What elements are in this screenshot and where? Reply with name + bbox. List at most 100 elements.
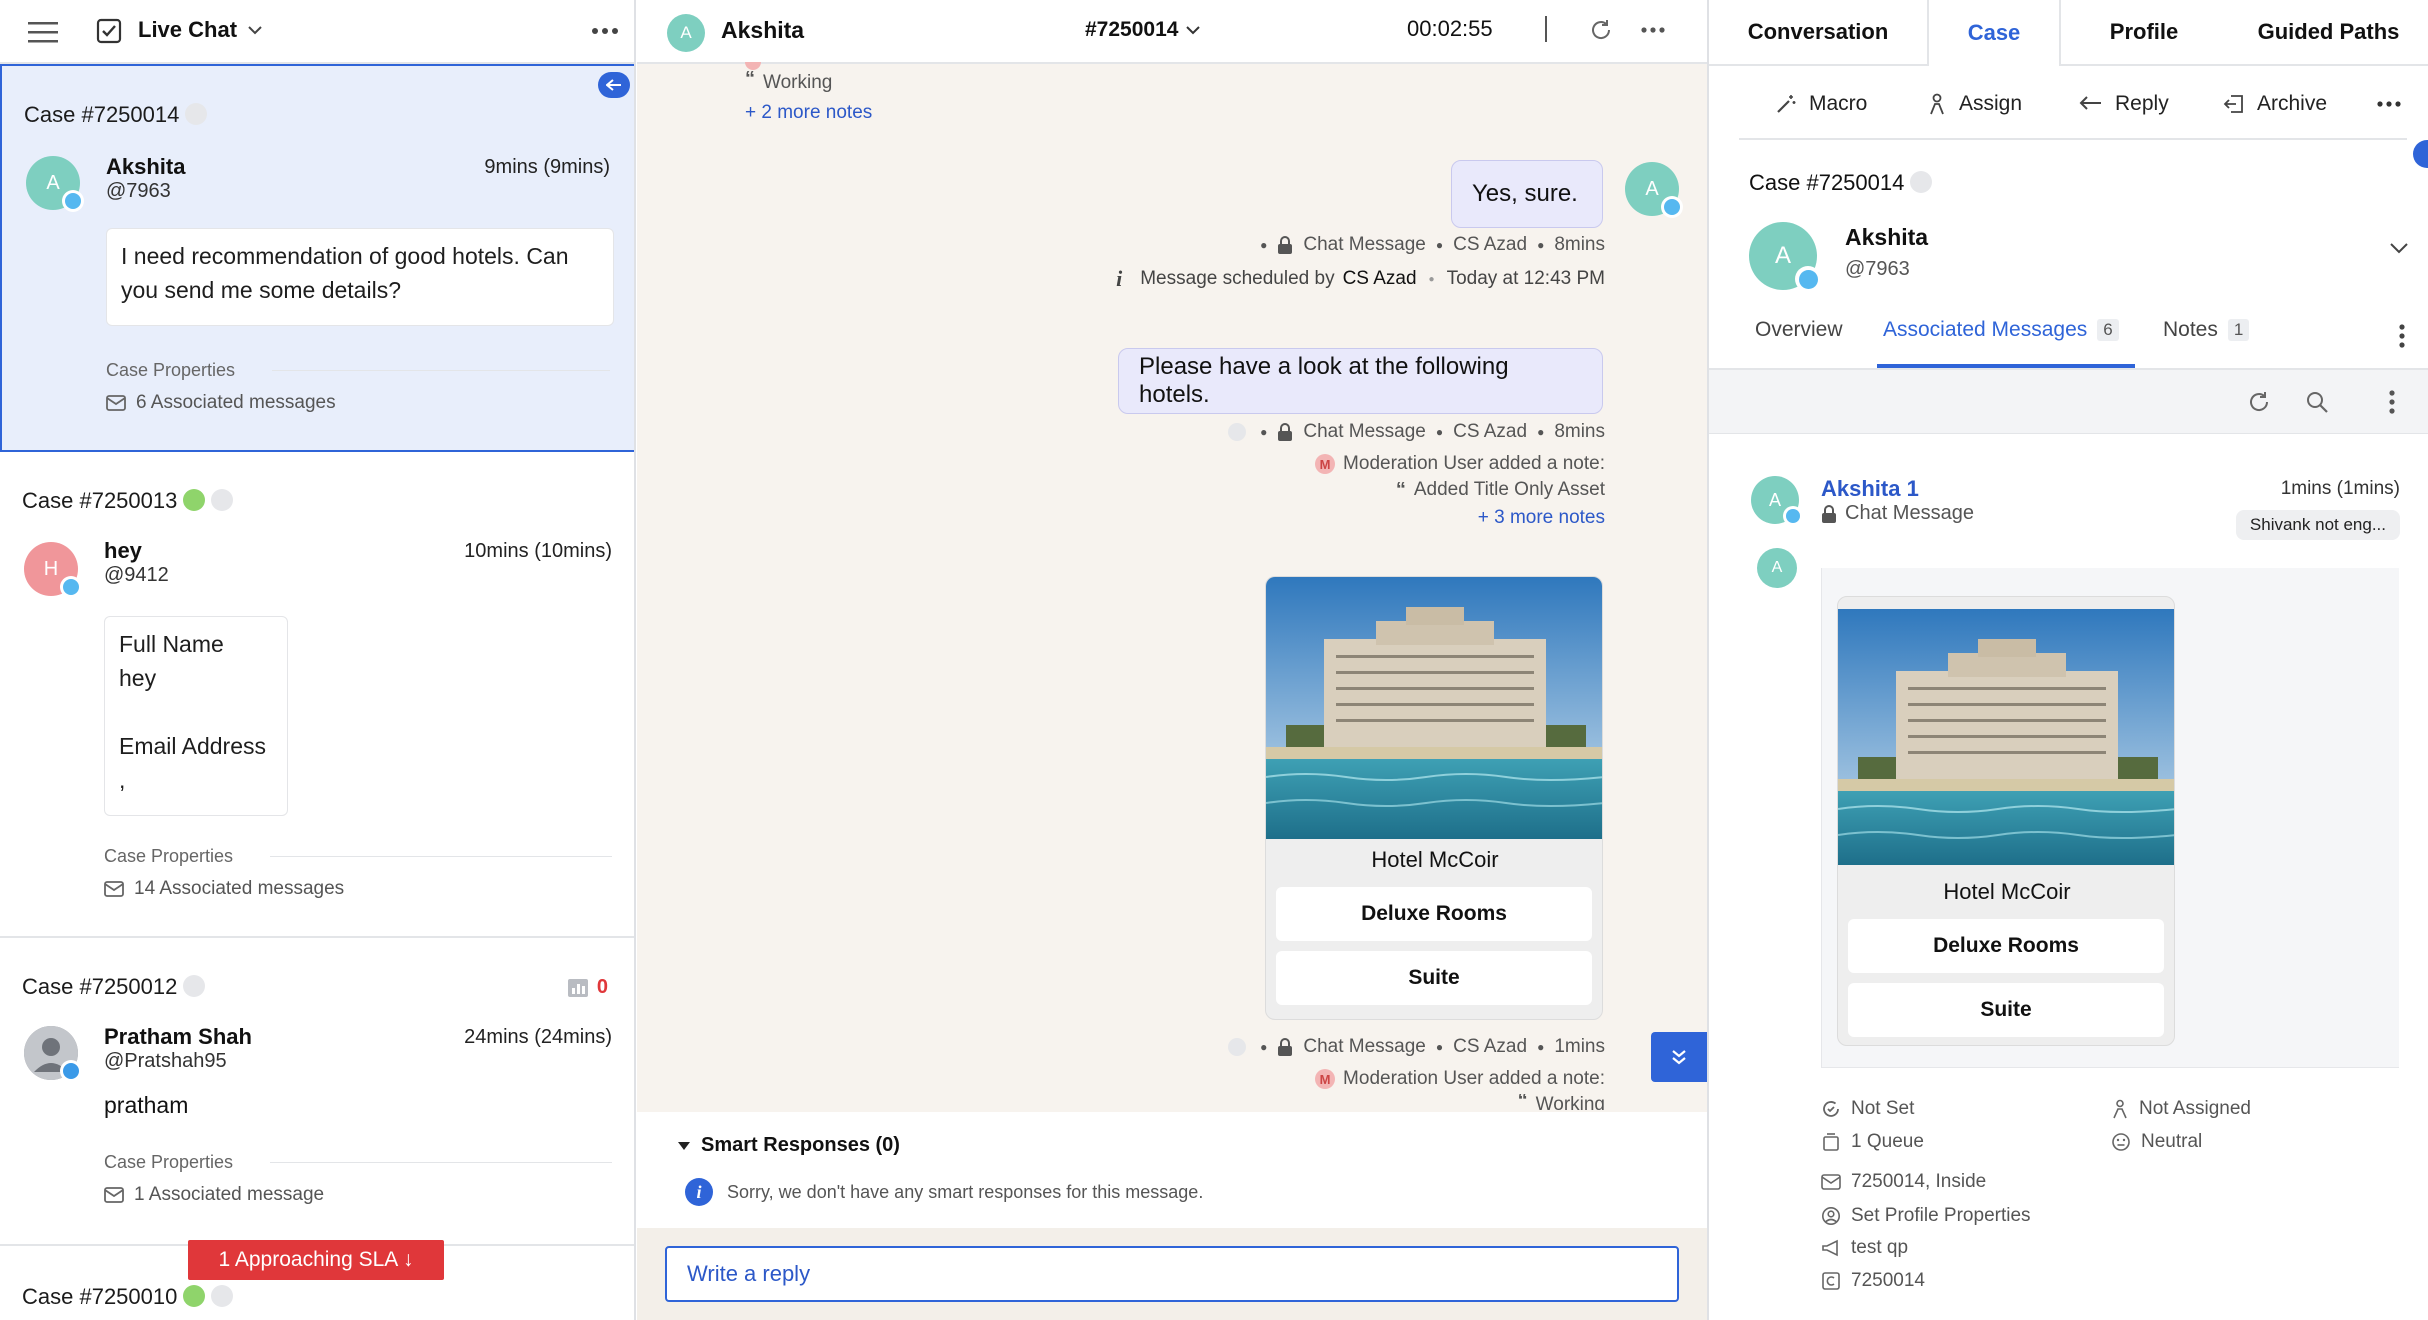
contact-avatar: A [667, 14, 705, 52]
reply-arrow-icon[interactable] [598, 72, 630, 98]
case-time: 9mins (9mins) [484, 156, 610, 178]
tab-conversation[interactable]: Conversation [1709, 0, 1927, 64]
sla-warning-banner[interactable]: 1 Approaching SLA ↓ [188, 1240, 444, 1280]
view-selector[interactable]: Live Chat [138, 17, 263, 43]
case-properties-label: Case Properties [104, 1152, 234, 1172]
agent-avatar: A [1625, 162, 1683, 218]
refresh-icon[interactable] [1589, 18, 1613, 42]
case-card-7250013[interactable]: Case #7250013 H hey @9412 10mins (10mins… [0, 452, 634, 938]
reply-input[interactable]: Write a reply [665, 1246, 1679, 1302]
tab-case[interactable]: Case [1927, 0, 2061, 66]
macro-button[interactable]: Macro [1775, 84, 1867, 124]
more-notes-link[interactable]: + 3 more notes [1478, 507, 1605, 529]
search-icon[interactable] [2305, 390, 2329, 414]
reply-button[interactable]: Reply [2079, 84, 2169, 124]
note-author: M Moderation User added a note: [1315, 453, 1605, 475]
outgoing-message[interactable]: Please have a look at the following hote… [1118, 348, 1603, 414]
suite-button[interactable]: Suite [1276, 951, 1592, 1005]
refresh-icon[interactable] [2247, 390, 2271, 414]
online-dot [183, 489, 206, 511]
chevron-down-icon [1186, 25, 1201, 34]
chat-channel-icon [1783, 506, 1803, 526]
tag-badge[interactable]: Shivank not eng... [2235, 510, 2400, 540]
suite-button[interactable]: Suite [1848, 983, 2164, 1037]
status-property[interactable]: Not Set [1821, 1098, 1914, 1120]
deluxe-rooms-button[interactable]: Deluxe Rooms [1276, 887, 1592, 941]
divider [1545, 16, 1547, 42]
contact-name[interactable]: Akshita [721, 17, 804, 44]
hotel-card: Hotel McCoir Deluxe Rooms Suite [1837, 596, 2175, 1046]
more-options-icon[interactable] [592, 28, 618, 34]
case-reference-property[interactable]: 7250014, Inside [1821, 1171, 1986, 1193]
megaphone-icon [1822, 1239, 1838, 1257]
tab-profile[interactable]: Profile [2061, 0, 2227, 64]
queue-property[interactable]: 1 Queue [1821, 1131, 1924, 1153]
smart-responses-toggle[interactable]: Smart Responses (0) [677, 1134, 900, 1157]
message-meta: ● Chat Message ● CS Azad ● 1mins [1222, 1036, 1605, 1058]
status-dot [185, 103, 208, 125]
case-card-7250012[interactable]: Case #7250012 0 Pratham Shah @Pratshah95… [0, 938, 634, 1246]
sentiment-property[interactable]: Neutral [2111, 1131, 2202, 1153]
smart-responses-empty: i Sorry, we don't have any smart respons… [685, 1178, 1203, 1206]
hotel-image [1838, 609, 2174, 865]
chat-channel-icon [1661, 196, 1683, 218]
sender-name-link[interactable]: Akshita 1 [1821, 476, 1919, 502]
chat-channel-icon [62, 190, 84, 212]
message-time: 1mins (1mins) [2280, 478, 2400, 499]
envelope-icon [104, 1187, 124, 1203]
case-id: Case #7250014 [1749, 170, 1933, 196]
outgoing-message[interactable]: Yes, sure. [1451, 160, 1603, 228]
case-list-header: Live Chat [0, 0, 634, 64]
scheduled-info: i Message scheduled by CS Azad ● Today a… [1116, 266, 1605, 291]
chevron-down-icon[interactable] [2389, 242, 2409, 254]
profile-property[interactable]: Set Profile Properties [1821, 1205, 2031, 1227]
archive-button[interactable]: Archive [2223, 84, 2327, 124]
tab-guided-paths[interactable]: Guided Paths [2227, 0, 2428, 64]
moderation-icon: M [1315, 454, 1336, 474]
envelope-icon [106, 395, 126, 411]
subtab-notes[interactable]: Notes 1 [2163, 318, 2250, 342]
more-options-icon[interactable] [1641, 27, 1665, 33]
checkbox-square-icon[interactable] [96, 18, 122, 44]
collapse-tab-icon[interactable] [2413, 140, 2428, 168]
sender-avatar: A [1751, 476, 1803, 526]
more-options-icon[interactable] [2377, 101, 2401, 107]
contact-avatar: A [1757, 548, 1797, 588]
case-card-7250014[interactable]: Case #7250014 A Akshita @7963 9mins (9mi… [0, 64, 634, 452]
chevron-down-icon [248, 26, 262, 35]
neutral-face-icon [2112, 1133, 2130, 1151]
chat-channel-icon [1795, 266, 1821, 292]
queue-icon [1823, 1133, 1839, 1151]
last-message: I need recommendation of good hotels. Ca… [106, 228, 614, 326]
bar-chart-icon [567, 978, 588, 997]
more-vertical-icon[interactable] [2399, 324, 2405, 348]
deluxe-rooms-button[interactable]: Deluxe Rooms [1848, 919, 2164, 973]
envelope-icon [104, 881, 124, 897]
smart-responses-panel: Smart Responses (0) i Sorry, we don't ha… [637, 1112, 1707, 1228]
case-time: 24mins (24mins) [464, 1026, 612, 1048]
case-details-panel: Conversation Case Profile Guided Paths M… [1707, 0, 2428, 1320]
assign-button[interactable]: Assign [1927, 84, 2022, 124]
hamburger-menu-icon[interactable] [28, 20, 58, 44]
channel-property[interactable]: test qp [1821, 1237, 1908, 1259]
assignee-property[interactable]: Not Assigned [2111, 1098, 2251, 1120]
divider [270, 856, 612, 857]
status-dot [1910, 171, 1933, 193]
last-message: pratham [104, 1092, 189, 1118]
case-number-property[interactable]: 7250014 [1821, 1270, 1925, 1292]
subtab-associated-messages[interactable]: Associated Messages 6 [1883, 318, 2119, 342]
associated-messages-link[interactable]: 14 Associated messages [104, 878, 344, 900]
more-notes-link[interactable]: + 2 more notes [745, 102, 872, 124]
more-vertical-icon[interactable] [2389, 390, 2395, 414]
case-id: Case #7250013 [22, 488, 234, 514]
reply-arrow-icon [2079, 96, 2101, 110]
associated-messages-link[interactable]: 1 Associated message [104, 1184, 324, 1206]
scroll-down-button[interactable] [1651, 1032, 1707, 1082]
subtab-overview[interactable]: Overview [1755, 318, 1843, 342]
note-text: “ Added Title Only Asset [1395, 479, 1605, 501]
case-selector[interactable]: #7250014 [1085, 18, 1201, 42]
conversation-panel: A Akshita #7250014 00:02:55 “ Working + … [637, 0, 1707, 1320]
avatar [24, 1026, 82, 1082]
associated-messages-link[interactable]: 6 Associated messages [106, 392, 336, 414]
customer-name[interactable]: Akshita [1845, 224, 1928, 251]
